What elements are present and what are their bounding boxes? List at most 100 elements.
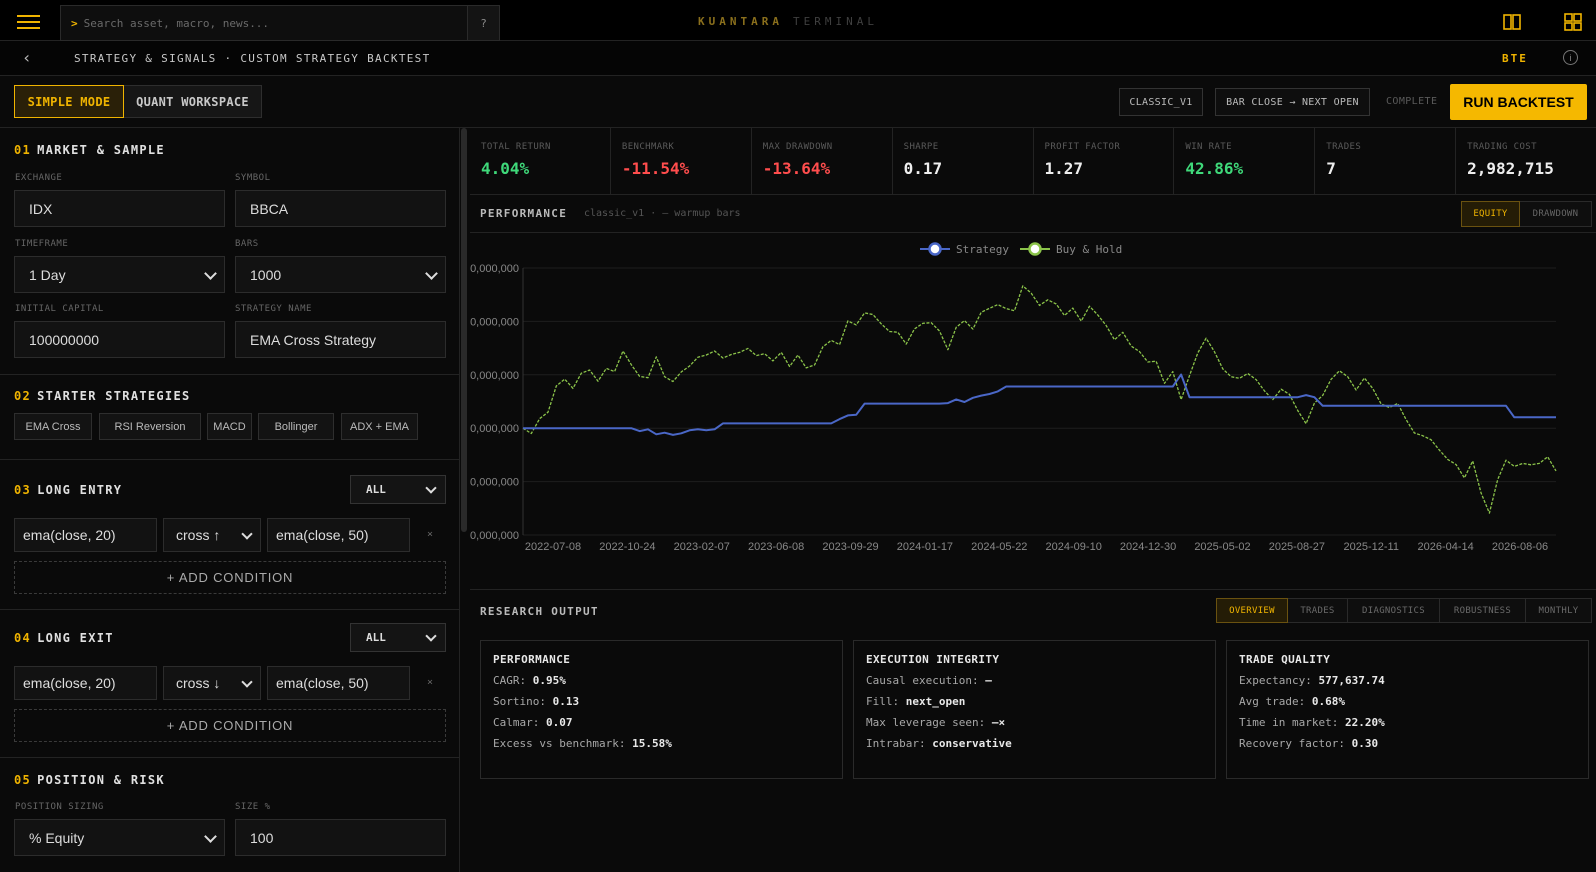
tab-diagnostics[interactable]: DIAGNOSTICS (1348, 598, 1440, 623)
strategy-name-field[interactable]: EMA Cross Strategy (235, 321, 446, 358)
execution-integrity-card: EXECUTION INTEGRITY Causal execution: — … (853, 640, 1216, 779)
drawdown-tab[interactable]: DRAWDOWN (1520, 201, 1592, 227)
y-tick-label: 140,000,000 (470, 316, 519, 328)
left-panel-scrollbar[interactable] (461, 128, 467, 532)
section-long-entry-title: 03 LONG ENTRY (14, 483, 123, 497)
remove-condition-icon[interactable]: × (427, 677, 433, 688)
performance-header: PERFORMANCE classic_v1 · — warmup bars E… (470, 195, 1596, 233)
starter-chip-rsi-reversion[interactable]: RSI Reversion (99, 413, 201, 440)
x-tick-label: 2026-08-06 (1492, 541, 1548, 553)
legend-marker (928, 242, 942, 256)
tab-trades[interactable]: TRADES (1288, 598, 1348, 623)
research-output-title: RESEARCH OUTPUT (480, 605, 599, 618)
tab-overview[interactable]: OVERVIEW (1216, 598, 1288, 623)
remove-condition-icon[interactable]: × (427, 529, 433, 540)
stat-row: Sortino: 0.13 (493, 695, 580, 708)
x-tick-label: 2024-09-10 (1046, 541, 1102, 553)
x-tick-label: 2023-02-07 (674, 541, 730, 553)
exit-right-operand[interactable]: ema(close, 50) (267, 666, 410, 700)
exit-left-operand[interactable]: ema(close, 20) (14, 666, 157, 700)
equity-tab[interactable]: EQUITY (1461, 201, 1520, 227)
grid-view-icon[interactable] (1563, 12, 1583, 32)
starter-chip-macd[interactable]: MACD (207, 413, 252, 440)
command-search[interactable]: > (60, 5, 468, 41)
timeframe-label: TIMEFRAME (15, 239, 69, 249)
module-tag: BTE (1502, 52, 1528, 65)
stat-row: Recovery factor: 0.30 (1239, 737, 1379, 750)
y-tick-label: 160,000,000 (470, 263, 519, 275)
starter-chip-ema-cross[interactable]: EMA Cross (14, 413, 92, 440)
tab-robustness[interactable]: ROBUSTNESS (1440, 598, 1526, 623)
split-view-icon[interactable] (1502, 12, 1522, 32)
divider (0, 374, 459, 375)
fill-mode-pill[interactable]: BAR CLOSE → NEXT OPEN (1215, 88, 1370, 116)
size-percent-field[interactable]: 100 (235, 819, 446, 856)
section-position-title: 05 POSITION & RISK (14, 773, 165, 787)
research-output-header: RESEARCH OUTPUT OVERVIEW TRADES DIAGNOST… (470, 589, 1596, 632)
symbol-field[interactable]: BBCA (235, 190, 446, 227)
entry-operator-select[interactable]: cross ↑ (163, 518, 261, 552)
breadcrumb-bar: ‹ STRATEGY & SIGNALS · CUSTOM STRATEGY B… (0, 41, 1596, 76)
starter-chip-bollinger[interactable]: Bollinger (258, 413, 334, 440)
legend-label: Buy & Hold (1056, 243, 1122, 256)
entry-right-operand[interactable]: ema(close, 50) (267, 518, 410, 552)
equity-chart: 60,000,000 80,000,000 100,000,000 120,000,0… (458, 233, 1596, 588)
x-tick-label: 2022-10-24 (599, 541, 655, 553)
metric-label: BENCHMARK (621, 142, 675, 152)
metric-tile: WIN RATE 42.86% (1174, 128, 1316, 194)
initial-capital-field[interactable]: 100000000 (14, 321, 225, 358)
divider (0, 459, 459, 460)
x-tick-label: 2023-09-29 (822, 541, 878, 553)
bars-select[interactable]: 1000 (235, 256, 446, 293)
stat-row: Time in market: 22.20% (1239, 716, 1385, 729)
brand-secondary: TERMINAL (792, 15, 878, 28)
metric-value: 1.27 (1044, 159, 1084, 178)
search-input[interactable] (83, 16, 454, 30)
metric-value: 0.17 (903, 159, 943, 178)
capital-label: INITIAL CAPITAL (15, 304, 104, 314)
metric-tile: TOTAL RETURN 4.04% (470, 128, 611, 194)
simple-mode-tab[interactable]: SIMPLE MODE (14, 85, 124, 118)
stat-row: Fill: next_open (866, 695, 966, 708)
back-arrow-icon[interactable]: ‹ (22, 48, 32, 67)
entry-left-operand[interactable]: ema(close, 20) (14, 518, 157, 552)
breadcrumb: STRATEGY & SIGNALS · CUSTOM STRATEGY BAC… (74, 52, 431, 65)
legend-marker (1028, 242, 1042, 256)
section-market-title: 01 MARKET & SAMPLE (14, 143, 165, 157)
metric-value: 4.04% (481, 159, 530, 178)
metric-tile: PROFIT FACTOR 1.27 (1034, 128, 1175, 194)
strategy-builder-panel: 01 MARKET & SAMPLE EXCHANGE SYMBOL IDX BB… (0, 128, 460, 872)
buy-hold-series-line (522, 285, 1557, 514)
starter-chip-adx-ema[interactable]: ADX + EMA (341, 413, 418, 440)
y-tick-label: 120,000,000 (470, 370, 519, 382)
help-button[interactable]: ? (468, 5, 500, 41)
metric-label: TRADING COST (1467, 142, 1537, 152)
engine-version-pill[interactable]: CLASSIC_V1 (1119, 88, 1203, 116)
position-sizing-select[interactable]: % Equity (14, 819, 225, 856)
exchange-field[interactable]: IDX (14, 190, 225, 227)
size-percent-label: SIZE % (235, 802, 271, 812)
exit-operator-select[interactable]: cross ↓ (163, 666, 261, 700)
tab-monthly[interactable]: MONTHLY (1526, 598, 1592, 623)
divider (0, 609, 459, 610)
timeframe-select[interactable]: 1 Day (14, 256, 225, 293)
stat-row: Expectancy: 577,637.74 (1239, 674, 1385, 687)
section-starters-title: 02 STARTER STRATEGIES (14, 389, 191, 403)
run-status: COMPLETE (1386, 96, 1438, 107)
metric-value: 7 (1326, 159, 1336, 178)
x-tick-label: 2025-08-27 (1269, 541, 1325, 553)
entry-logic-select[interactable]: ALL (350, 475, 446, 504)
menu-icon[interactable] (12, 8, 48, 34)
exit-logic-select[interactable]: ALL (350, 623, 446, 652)
metric-tile: TRADING COST 2,982,715 (1456, 128, 1596, 194)
quant-workspace-tab[interactable]: QUANT WORKSPACE (124, 85, 262, 118)
add-exit-condition-button[interactable]: + ADD CONDITION (14, 709, 446, 742)
add-entry-condition-button[interactable]: + ADD CONDITION (14, 561, 446, 594)
info-icon[interactable]: i (1563, 50, 1578, 65)
run-backtest-button[interactable]: RUN BACKTEST (1450, 84, 1587, 120)
y-tick-label: 100,000,000 (470, 423, 519, 435)
legend-label: Strategy (956, 243, 1009, 256)
y-tick-label: 60,000,000 (470, 530, 519, 542)
trade-quality-card: TRADE QUALITY Expectancy: 577,637.74 Avg… (1226, 640, 1589, 779)
metric-label: WIN RATE (1185, 142, 1232, 152)
